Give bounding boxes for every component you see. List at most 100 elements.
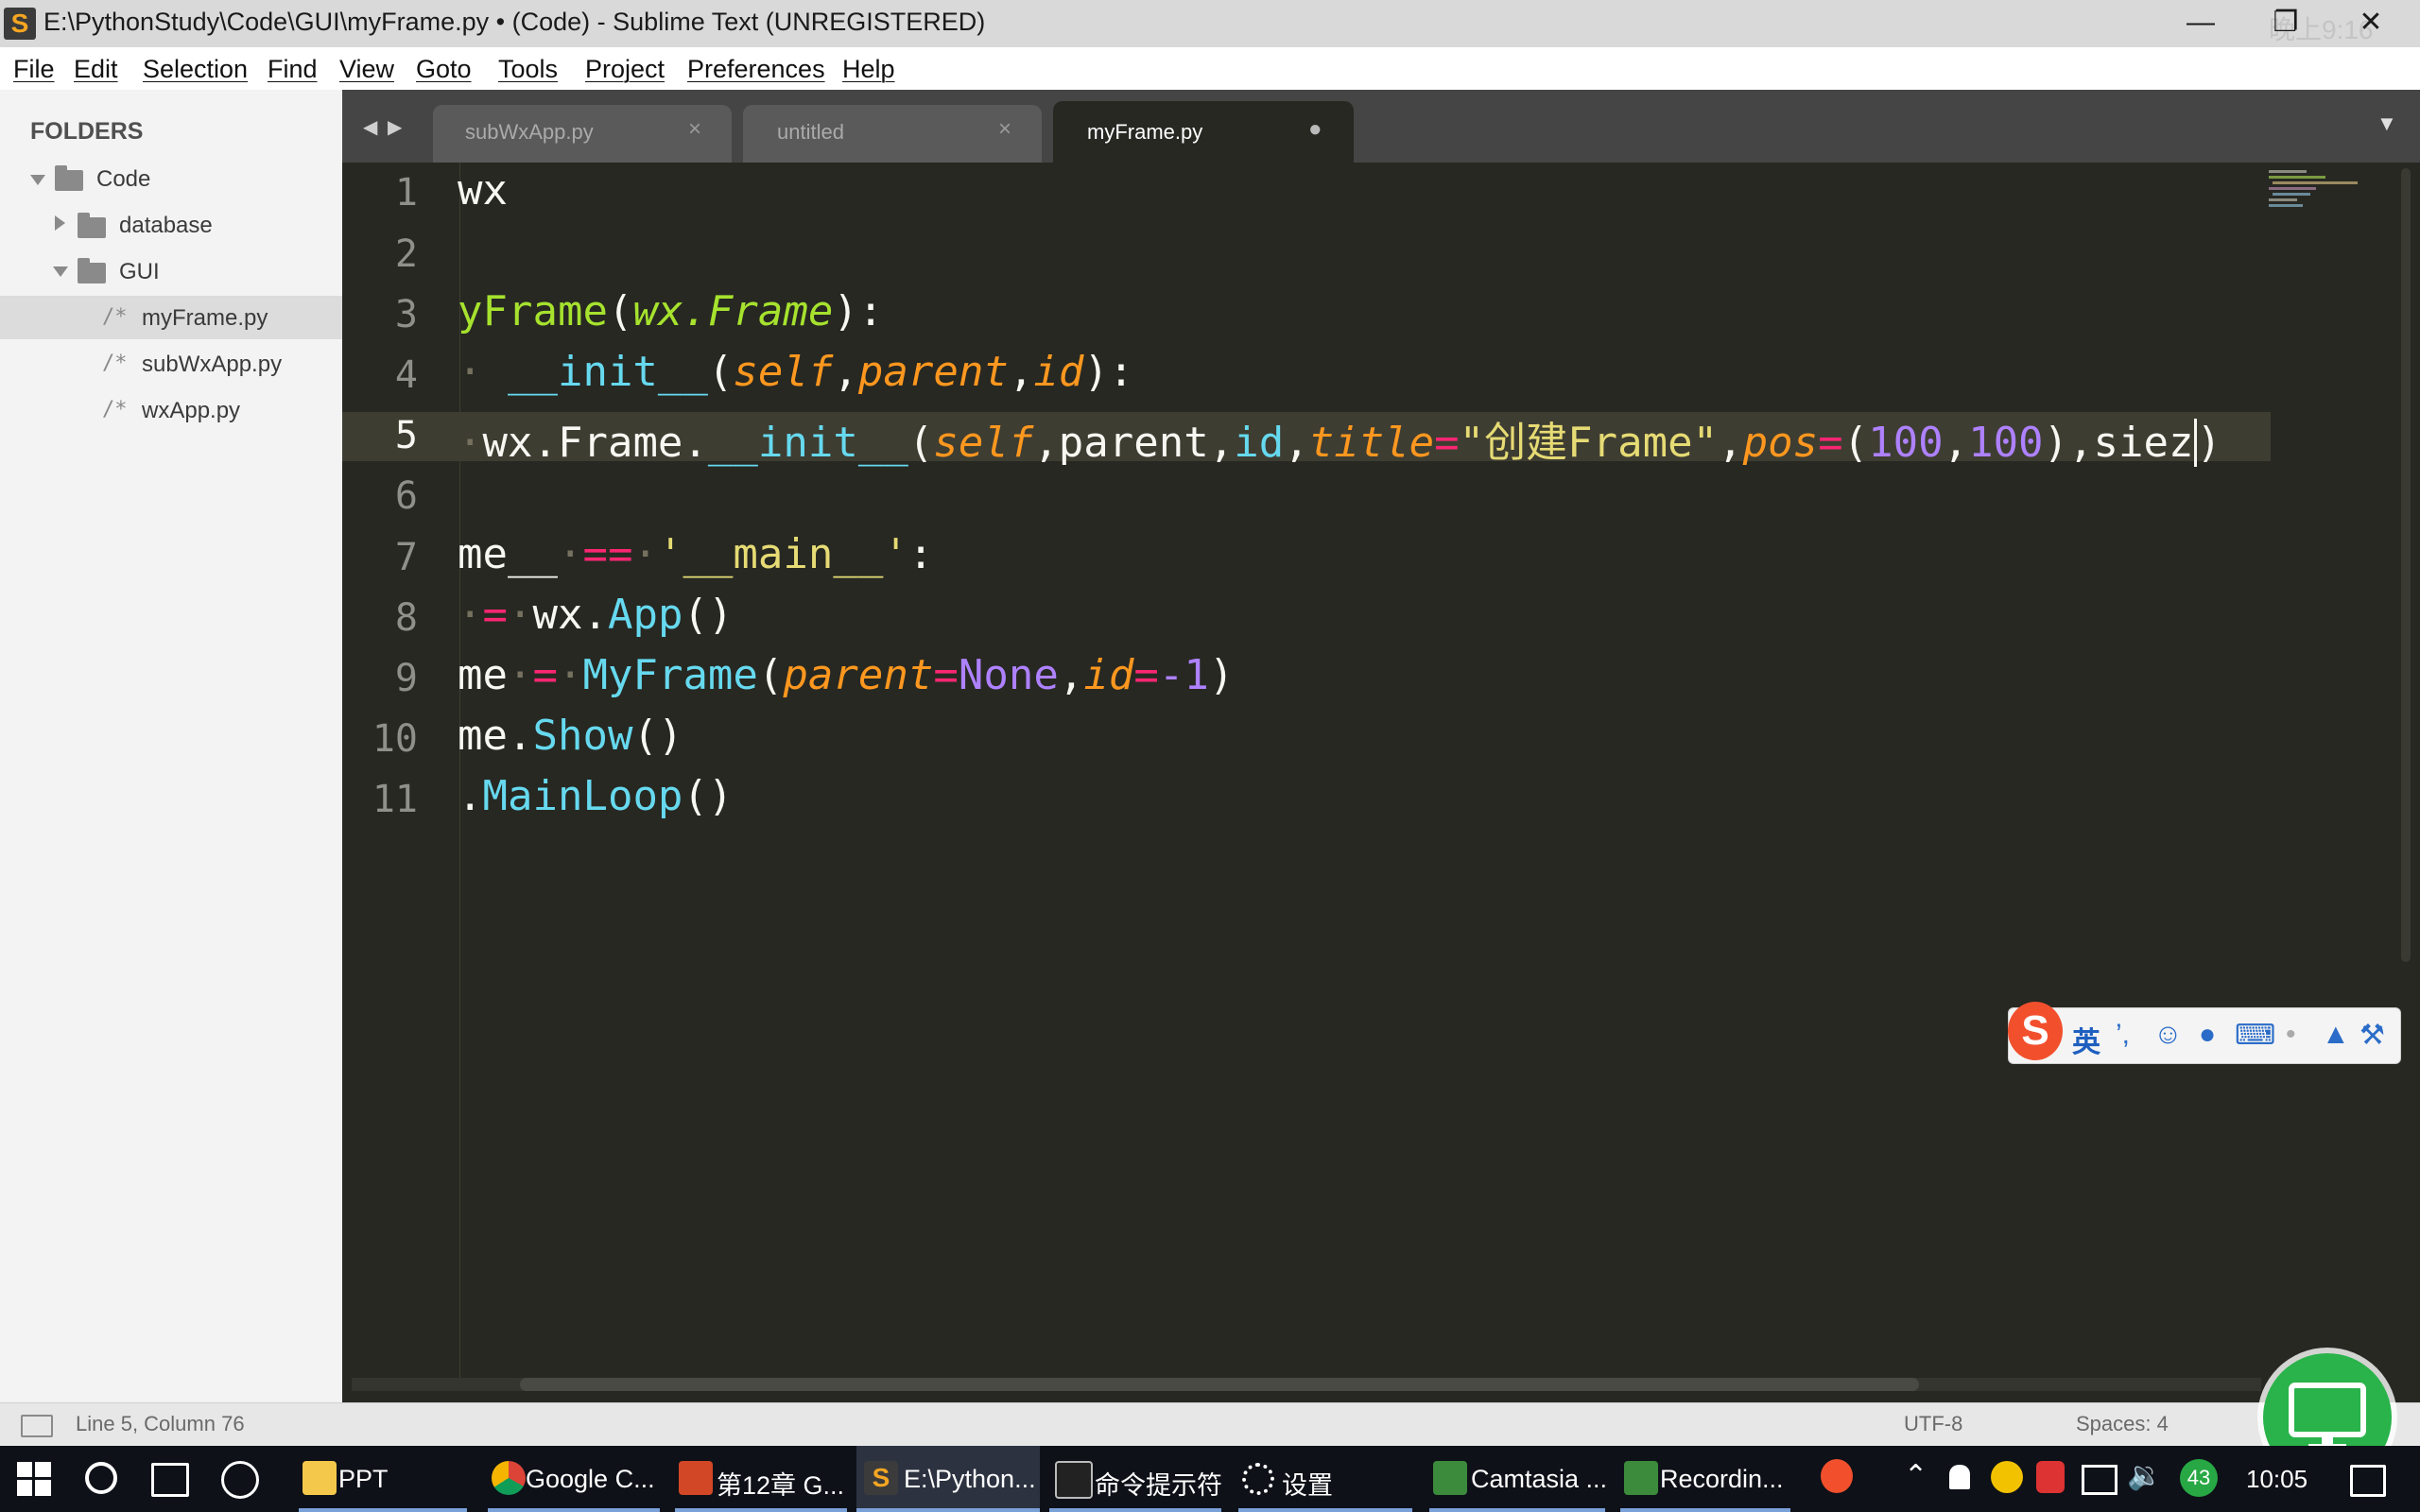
- file-icon: /*: [102, 398, 128, 421]
- unsaved-dot-icon[interactable]: ●: [1308, 116, 1322, 143]
- tab-label: myFrame.py: [1087, 120, 1203, 144]
- code-line-10[interactable]: me.Show(): [458, 712, 683, 760]
- network-icon[interactable]: [2082, 1465, 2118, 1495]
- ime-language-toggle[interactable]: 英: [2072, 1019, 2100, 1060]
- taskbar-app-chrome[interactable]: Google C...: [488, 1446, 660, 1512]
- ime-mic-icon[interactable]: ●: [2199, 1019, 2216, 1051]
- line-number: 10: [372, 717, 418, 761]
- menu-help[interactable]: Help: [842, 55, 895, 84]
- horizontal-scrollbar-thumb[interactable]: [520, 1378, 1919, 1391]
- ime-punctuation-icon[interactable]: ’,: [2116, 1019, 2130, 1051]
- minimize-button[interactable]: —: [2170, 4, 2231, 42]
- collapsed-arrow-icon[interactable]: [55, 215, 65, 231]
- running-indicator: [856, 1508, 1040, 1512]
- tab-untitled[interactable]: untitled ×: [743, 105, 1042, 163]
- ime-user-icon[interactable]: •: [2286, 1019, 2296, 1051]
- menu-tools[interactable]: Tools: [498, 55, 558, 84]
- line-number: 11: [372, 778, 418, 821]
- windows-start-icon[interactable]: [17, 1462, 51, 1496]
- tab-close-icon[interactable]: ×: [688, 116, 701, 143]
- close-window-button[interactable]: ✕: [2341, 4, 2401, 42]
- tab-overflow-icon[interactable]: ▼: [2377, 112, 2397, 136]
- tray-badge[interactable]: 43: [2180, 1459, 2218, 1497]
- code-line-9[interactable]: me·=·MyFrame(parent=None,id=-1): [458, 651, 1234, 699]
- line-number-current: 5: [394, 414, 418, 457]
- line-number: 1: [394, 171, 418, 215]
- running-indicator: [488, 1508, 660, 1512]
- minimap[interactable]: [2265, 168, 2397, 215]
- running-indicator: [1429, 1508, 1605, 1512]
- menu-find[interactable]: Find: [268, 55, 318, 84]
- menu-selection[interactable]: Selection: [143, 55, 248, 84]
- taskbar-app-ppt[interactable]: PPT: [299, 1446, 467, 1512]
- ime-tools-icon[interactable]: ⚒: [2360, 1019, 2385, 1052]
- sidebar-folder-code[interactable]: Code: [96, 166, 150, 193]
- line-number: 6: [394, 474, 418, 518]
- taskbar-app-settings[interactable]: 设置: [1238, 1446, 1412, 1512]
- tab-subwxapp[interactable]: subWxApp.py ×: [433, 105, 732, 163]
- code-line-3[interactable]: yFrame(wx.Frame):: [458, 287, 883, 335]
- tab-close-icon[interactable]: ×: [998, 116, 1011, 143]
- sidebar-file-wxapp[interactable]: wxApp.py: [142, 398, 240, 424]
- console-toggle-icon[interactable]: [21, 1415, 53, 1437]
- code-line-11[interactable]: .MainLoop(): [458, 772, 733, 820]
- tab-scroll-left-icon[interactable]: ◀: [363, 115, 377, 139]
- menu-view[interactable]: View: [339, 55, 394, 84]
- powerpoint-icon: [679, 1461, 713, 1495]
- running-indicator: [1049, 1508, 1221, 1512]
- indentation-indicator[interactable]: Spaces: 4: [2076, 1412, 2169, 1436]
- code-line-8[interactable]: ·=·wx.App(): [458, 591, 733, 639]
- taskbar-app-cmd[interactable]: 命令提示符: [1049, 1446, 1222, 1512]
- app-pinned-icon[interactable]: [221, 1461, 259, 1499]
- sidebar-folder-database[interactable]: database: [119, 213, 213, 239]
- volume-icon[interactable]: 🔉: [2127, 1459, 2162, 1492]
- taskbar-app-powerpoint[interactable]: 第12章 G...: [675, 1446, 847, 1512]
- restore-button[interactable]: ❐: [2256, 4, 2316, 42]
- taskbar-label: 第12章 G...: [717, 1471, 845, 1500]
- taskbar-app-recording[interactable]: Recordin...: [1620, 1446, 1790, 1512]
- monitor-icon: [2289, 1383, 2366, 1450]
- menu-bar: File Edit Selection Find View Goto Tools…: [0, 47, 2420, 90]
- taskbar-app-camtasia[interactable]: Camtasia ...: [1429, 1446, 1607, 1512]
- menu-project[interactable]: Project: [585, 55, 665, 84]
- code-line-5[interactable]: ·wx.Frame.__init__(self,parent,id,title=…: [458, 408, 2222, 469]
- clock[interactable]: 10:05: [2246, 1465, 2308, 1494]
- action-center-icon[interactable]: [2350, 1465, 2386, 1497]
- recorder-icon: [1624, 1461, 1658, 1495]
- code-line-1[interactable]: wx: [458, 166, 508, 215]
- gear-icon: [1242, 1463, 1274, 1495]
- menu-preferences[interactable]: Preferences: [687, 55, 825, 84]
- sogou-logo-icon[interactable]: S: [2008, 1002, 2063, 1060]
- expand-arrow-icon[interactable]: [30, 175, 45, 185]
- tray-app-icon[interactable]: [1991, 1461, 2023, 1493]
- sidebar-file-myframe[interactable]: myFrame.py: [142, 305, 268, 332]
- tab-scroll-right-icon[interactable]: ▶: [388, 115, 402, 139]
- sogou-tray-icon[interactable]: [1821, 1459, 1853, 1493]
- sidebar-file-subwxapp[interactable]: subWxApp.py: [142, 352, 282, 378]
- taskbar-app-sublime[interactable]: S E:\Python...: [856, 1446, 1040, 1512]
- menu-goto[interactable]: Goto: [416, 55, 472, 84]
- ime-keyboard-icon[interactable]: ⌨: [2235, 1019, 2275, 1052]
- ime-skin-icon[interactable]: ▲: [2322, 1019, 2350, 1051]
- vertical-scrollbar[interactable]: [2401, 168, 2411, 962]
- code-line-4[interactable]: · __init__(self,parent,id):: [458, 348, 1133, 396]
- taskbar-label: 命令提示符: [1095, 1471, 1222, 1500]
- tray-expand-icon[interactable]: ⌃: [1904, 1459, 1927, 1492]
- menu-edit[interactable]: Edit: [74, 55, 118, 84]
- folder-open-icon: [55, 165, 83, 191]
- expand-arrow-icon[interactable]: [53, 266, 68, 277]
- search-icon[interactable]: [85, 1462, 117, 1494]
- encoding-indicator[interactable]: UTF-8: [1904, 1412, 1962, 1436]
- tab-myframe[interactable]: myFrame.py ●: [1053, 101, 1354, 163]
- notification-bell-icon[interactable]: [1949, 1465, 1970, 1489]
- line-number: 7: [394, 536, 418, 579]
- chrome-icon: [492, 1461, 526, 1495]
- tray-security-icon[interactable]: [2036, 1461, 2065, 1493]
- task-view-icon[interactable]: [151, 1463, 189, 1497]
- running-indicator: [1238, 1508, 1412, 1512]
- code-line-7[interactable]: me__·==·'__main__':: [458, 530, 933, 578]
- sidebar-folder-gui[interactable]: GUI: [119, 259, 160, 285]
- menu-file[interactable]: File: [13, 55, 55, 84]
- tab-label: subWxApp.py: [465, 120, 594, 144]
- ime-emoji-icon[interactable]: ☺: [2153, 1019, 2183, 1051]
